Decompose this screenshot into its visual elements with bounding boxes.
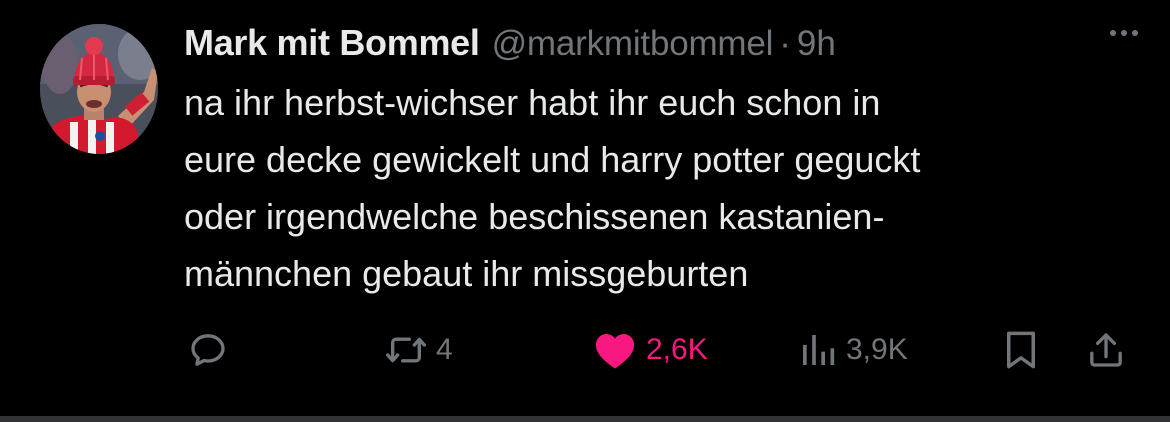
views-count: 3,9K xyxy=(846,333,908,366)
retweet-count: 4 xyxy=(436,333,453,366)
tweet-text-line: eure decke gewickelt und harry potter ge… xyxy=(184,139,921,180)
tweet-text-line: oder irgendwelche beschissenen kastanien… xyxy=(184,196,885,237)
more-options-button[interactable] xyxy=(1110,30,1138,36)
bookmark-icon xyxy=(1007,331,1035,369)
like-button[interactable]: 2,6K xyxy=(592,328,708,372)
tweet-card[interactable]: Mark mit Bommel @markmitbommel · 9h na i… xyxy=(0,0,1170,422)
bookmark-button[interactable] xyxy=(1002,328,1040,372)
tweet-content: Mark mit Bommel @markmitbommel · 9h na i… xyxy=(184,14,1134,302)
tweet-timestamp[interactable]: 9h xyxy=(797,15,836,73)
reply-icon xyxy=(191,334,225,366)
avatar[interactable] xyxy=(40,24,158,154)
header-separator: · xyxy=(779,24,791,63)
views-button[interactable]: 3,9K xyxy=(798,328,908,372)
share-icon xyxy=(1090,333,1122,367)
author-name[interactable]: Mark mit Bommel xyxy=(184,14,480,72)
tweet-text-line: na ihr herbst-wichser habt ihr euch scho… xyxy=(184,82,881,123)
reply-button[interactable] xyxy=(188,328,236,372)
views-icon xyxy=(803,335,835,365)
avatar-photo xyxy=(40,24,158,154)
like-count: 2,6K xyxy=(646,333,708,366)
author-handle[interactable]: @markmitbommel xyxy=(492,15,774,73)
share-button[interactable] xyxy=(1086,328,1126,372)
more-dot-icon xyxy=(1110,30,1116,36)
tweet-actions-bar: 4 2,6K 3,9K xyxy=(0,328,1170,372)
more-dot-icon xyxy=(1121,30,1127,36)
tweet-text: na ihr herbst-wichser habt ihr euch scho… xyxy=(184,74,1104,302)
tweet-header: Mark mit Bommel @markmitbommel · 9h xyxy=(184,14,1134,72)
retweet-icon xyxy=(385,337,426,363)
heart-icon xyxy=(595,334,635,369)
retweet-button[interactable]: 4 xyxy=(384,328,453,372)
tweet-text-line: männchen gebaut ihr missgeburten xyxy=(184,253,749,294)
divider xyxy=(0,416,1170,422)
more-dot-icon xyxy=(1132,30,1138,36)
